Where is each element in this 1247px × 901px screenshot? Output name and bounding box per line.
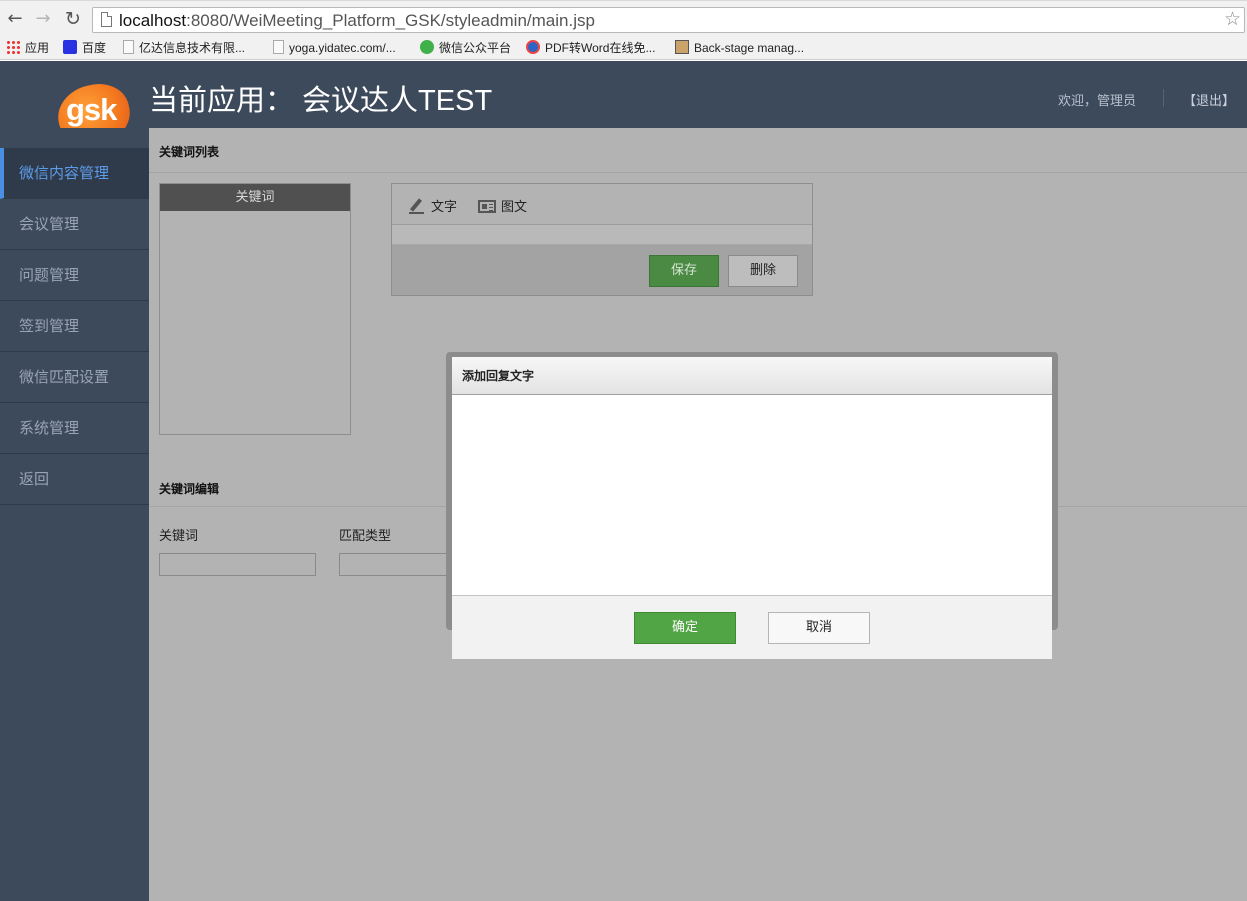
bookmark-label: 百度 bbox=[82, 41, 107, 55]
dialog-footer: 确定 取消 bbox=[452, 596, 1052, 659]
sidebar-item-system[interactable]: 系统管理 bbox=[0, 403, 149, 454]
bookmark-label: PDF转Word在线免... bbox=[545, 41, 656, 55]
bookmarks-bar: 应用 百度 亿达信息技术有限... yoga.yidatec.com/... 微… bbox=[0, 36, 1247, 60]
sidebar: 微信内容管理 会议管理 问题管理 签到管理 微信匹配设置 系统管理 返回 bbox=[0, 128, 149, 901]
apps-grid-icon bbox=[6, 40, 20, 54]
reply-text-textarea[interactable] bbox=[452, 395, 1052, 596]
save-button[interactable]: 保存 bbox=[649, 255, 719, 287]
back-arrow-icon[interactable]: ← bbox=[4, 8, 26, 30]
page-icon bbox=[101, 12, 112, 27]
logout-link[interactable]: 【退出】 bbox=[1183, 90, 1235, 109]
document-icon bbox=[123, 40, 134, 54]
news-card-icon bbox=[478, 200, 496, 213]
url-host: localhost bbox=[119, 11, 187, 30]
sidebar-item-checkin[interactable]: 签到管理 bbox=[0, 301, 149, 352]
baidu-paw-icon bbox=[63, 40, 77, 54]
keyword-input[interactable] bbox=[159, 553, 316, 576]
tab-text-reply[interactable]: 文字 bbox=[409, 196, 457, 215]
reply-content-area bbox=[392, 225, 812, 245]
bookmark-yoga[interactable]: yoga.yidatec.com/... bbox=[273, 40, 396, 56]
bookmark-backstage[interactable]: Back-stage manag... bbox=[675, 40, 804, 56]
app-header: gsk 当前应用： 会议达人TEST 欢迎，管理员 【退出】 bbox=[0, 61, 1247, 152]
pencil-icon bbox=[409, 198, 425, 214]
dialog-title: 添加回复文字 bbox=[452, 357, 1052, 395]
sidebar-item-back[interactable]: 返回 bbox=[0, 454, 149, 505]
tab-graphic-reply[interactable]: 图文 bbox=[478, 196, 527, 215]
sidebar-item-meetings[interactable]: 会议管理 bbox=[0, 199, 149, 250]
bookmark-apps[interactable]: 应用 bbox=[6, 40, 49, 56]
reply-actions: 保存 删除 bbox=[392, 245, 812, 295]
confirm-button[interactable]: 确定 bbox=[634, 612, 736, 644]
keyword-column-header: 关键词 bbox=[160, 184, 350, 211]
sidebar-item-questions[interactable]: 问题管理 bbox=[0, 250, 149, 301]
section-divider bbox=[149, 172, 1247, 173]
bookmark-star-icon[interactable]: ☆ bbox=[1224, 8, 1241, 30]
reply-type-tabs: 文字 图文 bbox=[392, 184, 812, 225]
cancel-button[interactable]: 取消 bbox=[768, 612, 870, 644]
url-text[interactable]: localhost:8080/WeiMeeting_Platform_GSK/s… bbox=[119, 11, 595, 31]
keyword-list-title: 关键词列表 bbox=[159, 145, 220, 159]
logo-text: gsk bbox=[66, 92, 117, 127]
tab-text-label: 文字 bbox=[431, 200, 458, 215]
keyword-list-box[interactable]: 关键词 bbox=[159, 183, 351, 435]
wechat-icon bbox=[420, 40, 434, 54]
bookmark-label: 微信公众平台 bbox=[439, 41, 512, 55]
bookmark-label: yoga.yidatec.com/... bbox=[289, 41, 396, 55]
match-type-field-label: 匹配类型 bbox=[339, 529, 392, 544]
bookmark-label: 应用 bbox=[25, 41, 50, 55]
add-reply-text-dialog: 添加回复文字 确定 取消 bbox=[452, 357, 1052, 659]
browser-toolbar: ← → ↻ localhost:8080/WeiMeeting_Platform… bbox=[0, 0, 1247, 36]
sidebar-item-wechat-content[interactable]: 微信内容管理 bbox=[0, 148, 149, 199]
keyword-edit-title: 关键词编辑 bbox=[159, 482, 220, 496]
content-footer bbox=[149, 886, 1247, 901]
bookmark-label: Back-stage manag... bbox=[694, 41, 805, 55]
app-title: 当前应用： 会议达人TEST bbox=[149, 85, 493, 117]
reload-icon[interactable]: ↻ bbox=[62, 8, 84, 30]
forward-arrow-icon[interactable]: → bbox=[32, 8, 54, 30]
pdf-converter-icon bbox=[526, 40, 540, 54]
bookmark-yidatec-company[interactable]: 亿达信息技术有限... bbox=[123, 40, 245, 56]
url-path: :8080/WeiMeeting_Platform_GSK/styleadmin… bbox=[186, 11, 595, 30]
document-icon bbox=[273, 40, 284, 54]
tab-graphic-label: 图文 bbox=[501, 200, 528, 215]
reply-panel: 文字 图文 保存 删除 bbox=[391, 183, 813, 296]
header-divider bbox=[1163, 89, 1164, 107]
bookmark-baidu[interactable]: 百度 bbox=[63, 40, 106, 56]
bookmark-pdf-to-word[interactable]: PDF转Word在线免... bbox=[526, 40, 655, 56]
bookmark-label: 亿达信息技术有限... bbox=[139, 41, 246, 55]
welcome-text: 欢迎，管理员 bbox=[1058, 94, 1137, 109]
keyword-field-label: 关键词 bbox=[159, 529, 199, 544]
address-bar[interactable]: localhost:8080/WeiMeeting_Platform_GSK/s… bbox=[92, 7, 1245, 33]
chart-image-icon bbox=[675, 40, 689, 54]
delete-button[interactable]: 删除 bbox=[728, 255, 798, 287]
sidebar-item-wechat-matching[interactable]: 微信匹配设置 bbox=[0, 352, 149, 403]
bookmark-wechat-platform[interactable]: 微信公众平台 bbox=[420, 40, 511, 56]
